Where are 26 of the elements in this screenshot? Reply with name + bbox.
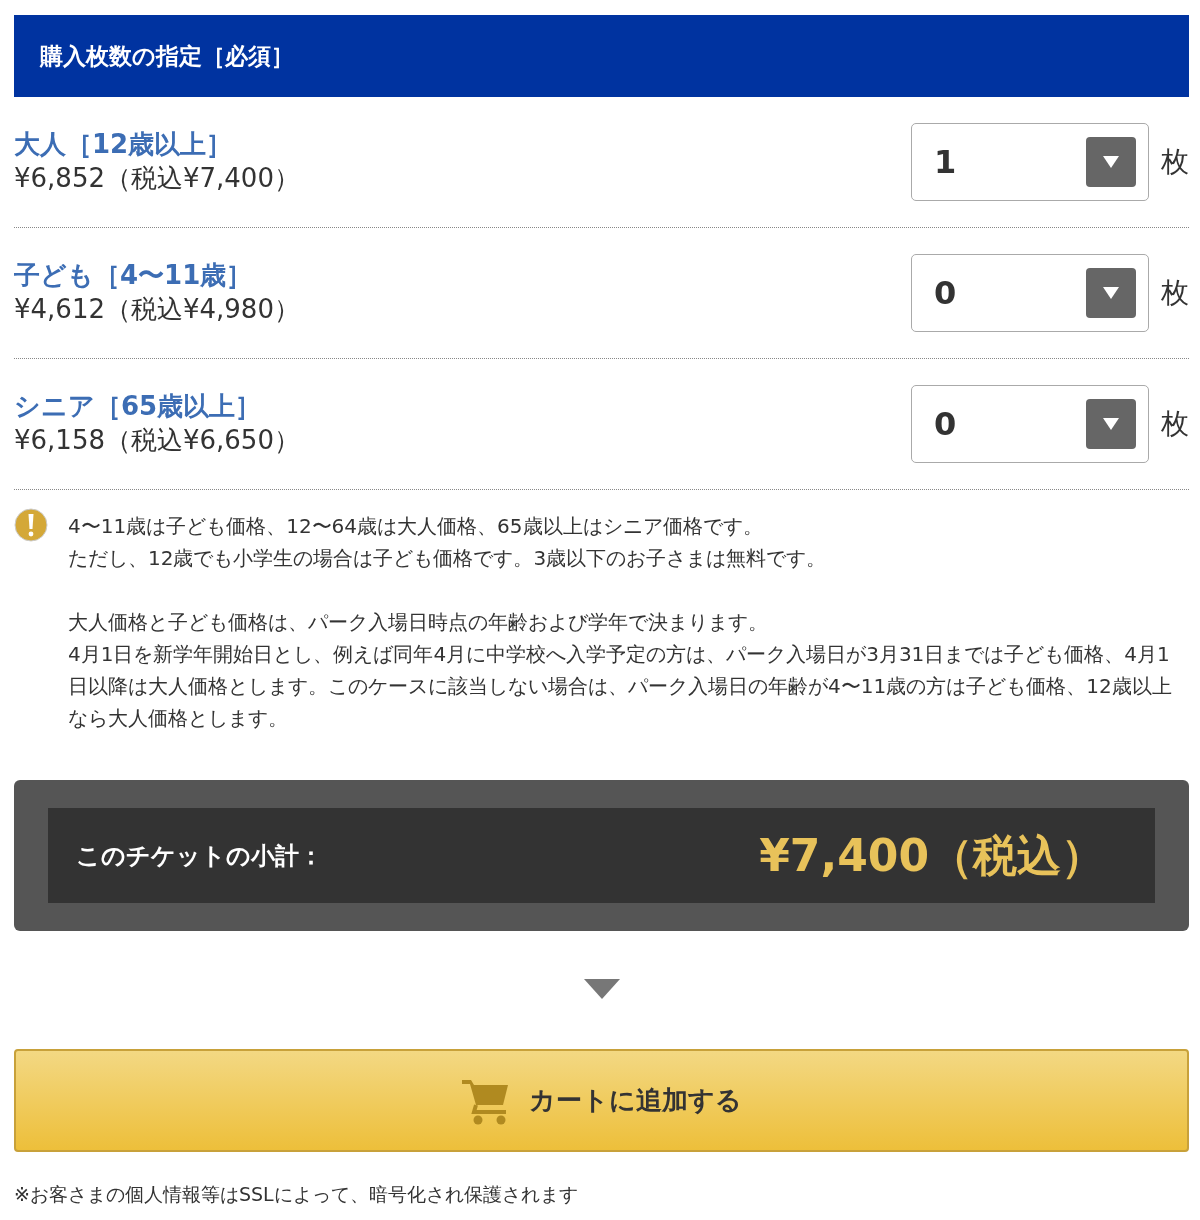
warning-icon [14, 508, 48, 542]
dropdown-caret-icon [1103, 156, 1119, 168]
add-to-cart-button[interactable]: カートに追加する [14, 1049, 1189, 1152]
quantity-select[interactable]: 0 [911, 254, 1149, 332]
down-arrow-icon [583, 979, 620, 999]
ticket-name: 子ども［4〜11歳］ [14, 259, 254, 293]
note-text: 4月1日を新学年開始日とし、例えば同年4月に中学校へ入学予定の方は、パーク入場日が3月31日までは子ども価格、4月1日以降は大人価格とします。このケースに該当しない場合は、パーク入場日の年齢が4〜11歳の方は子ども価格、12歳以上なら大人価格とします。 [68, 641, 1173, 732]
unit-label: 枚 [1161, 406, 1189, 442]
footer-note: ※お客さまの個人情報等はSSLによって、暗号化され保護されます [14, 1182, 579, 1207]
note-text: ただし、12歳でも小学生の場合は子ども価格です。3歳以下のお子さまは無料です。 [68, 545, 828, 572]
ticket-name: 大人［12歳以上］ [14, 128, 234, 162]
section-header: 購入枚数の指定［必須］ [14, 15, 1189, 97]
unit-label: 枚 [1161, 144, 1189, 180]
subtotal-amount: ¥7,400（税込） [759, 828, 1105, 883]
ticket-name: シニア［65歳以上］ [14, 390, 263, 424]
subtotal-label: このチケットの小計： [76, 840, 323, 872]
note-text: 大人価格と子ども価格は、パーク入場日時点の年齢および学年で決まります。 [68, 609, 769, 636]
dropdown-caret-icon [1103, 287, 1119, 299]
unit-label: 枚 [1161, 275, 1189, 311]
dropdown-caret-icon [1103, 418, 1119, 430]
ticket-price: ¥6,852（税込¥7,400） [14, 162, 300, 195]
ticket-price: ¥6,158（税込¥6,650） [14, 424, 300, 457]
quantity-select[interactable]: 1 [911, 123, 1149, 201]
ticket-price: ¥4,612（税込¥4,980） [14, 293, 300, 326]
note-text: 4〜11歳は子ども価格、12〜64歳は大人価格、65歳以上はシニア価格です。 [68, 513, 764, 540]
quantity-select[interactable]: 0 [911, 385, 1149, 463]
